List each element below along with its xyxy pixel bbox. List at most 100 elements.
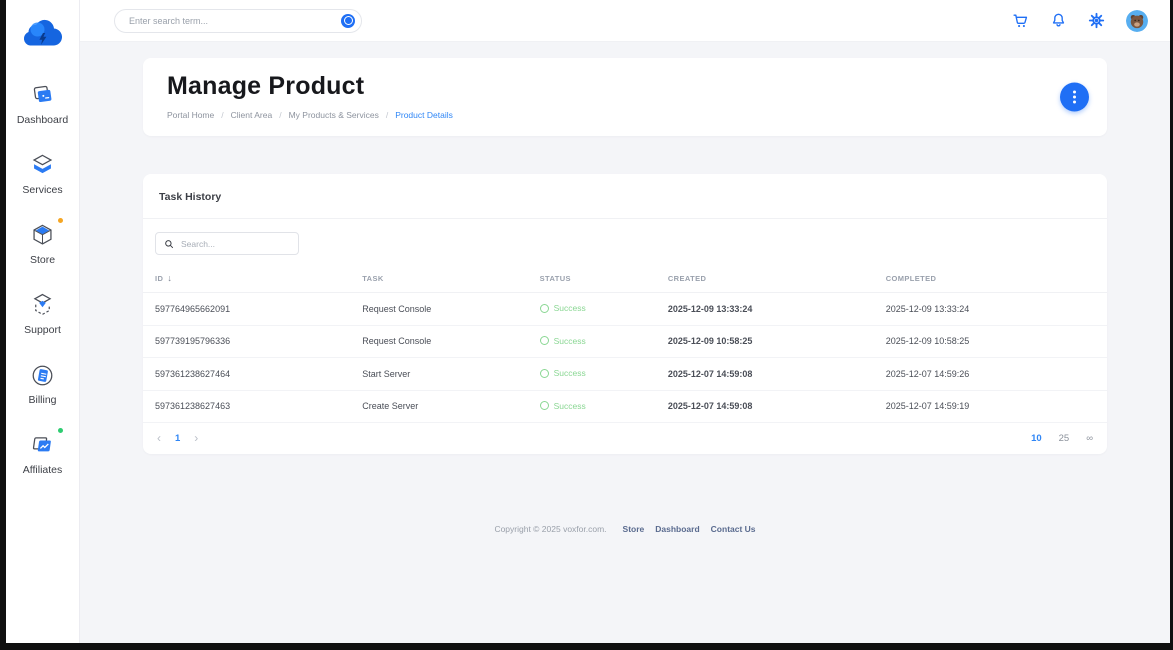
breadcrumb-separator: /	[386, 110, 388, 120]
page-header-card: Manage Product Portal Home / Client Area…	[143, 58, 1107, 136]
sidebar-item-billing[interactable]: Billing	[6, 360, 79, 408]
support-icon	[29, 292, 56, 319]
breadcrumb-product-details[interactable]: Product Details	[395, 110, 453, 120]
breadcrumb-client-area[interactable]: Client Area	[231, 110, 273, 120]
prev-page-button[interactable]: ‹	[157, 432, 161, 444]
status-badge: Success	[540, 368, 586, 378]
sidebar-item-label: Affiliates	[23, 464, 63, 476]
next-page-button[interactable]: ›	[194, 432, 198, 444]
page-number[interactable]: 1	[175, 433, 180, 444]
affiliates-notification-dot	[58, 428, 63, 433]
footer-link-contact[interactable]: Contact Us	[711, 524, 756, 534]
sidebar: Dashboard Services	[6, 0, 80, 643]
main-area: Manage Product Portal Home / Client Area…	[80, 0, 1170, 643]
task-history-card: Task History	[143, 174, 1107, 454]
affiliates-icon	[29, 432, 56, 459]
breadcrumb-separator: /	[279, 110, 281, 120]
column-header-id[interactable]: ID↓	[143, 265, 350, 293]
cell-status: Success	[528, 325, 656, 358]
sidebar-item-label: Support	[24, 324, 61, 336]
breadcrumb: Portal Home / Client Area / My Products …	[167, 110, 1083, 120]
store-icon	[29, 222, 56, 249]
gear-icon[interactable]	[1088, 12, 1105, 29]
breadcrumb-my-products[interactable]: My Products & Services	[289, 110, 379, 120]
cell-status: Success	[528, 358, 656, 391]
status-badge: Success	[540, 303, 586, 313]
breadcrumb-separator: /	[221, 110, 223, 120]
cell-completed: 2025-12-07 14:59:19	[874, 390, 1107, 423]
cell-task: Request Console	[350, 293, 527, 326]
topbar-actions	[1012, 10, 1148, 32]
cell-task: Start Server	[350, 358, 527, 391]
cell-status: Success	[528, 390, 656, 423]
search-submit-icon[interactable]	[341, 14, 355, 28]
page-size-25[interactable]: 25	[1059, 433, 1070, 444]
sidebar-item-support[interactable]: Support	[6, 290, 79, 338]
table-footer: ‹ 1 › 10 25 ∞	[143, 423, 1107, 454]
kebab-icon	[1073, 91, 1076, 104]
column-header-created[interactable]: CREATED	[656, 265, 874, 293]
table-search	[155, 232, 299, 255]
footer-links: Store Dashboard Contact Us	[623, 524, 756, 534]
footer-link-store[interactable]: Store	[623, 524, 645, 534]
table-search-input[interactable]	[181, 239, 290, 249]
cell-created: 2025-12-07 14:59:08	[656, 358, 874, 391]
page-title: Manage Product	[167, 72, 1083, 101]
cart-icon[interactable]	[1012, 12, 1029, 29]
app-window: Dashboard Services	[6, 0, 1170, 643]
copyright-text: Copyright © 2025 voxfor.com.	[494, 524, 606, 534]
global-search	[114, 9, 362, 33]
task-history-title: Task History	[159, 191, 221, 203]
status-badge: Success	[540, 401, 586, 411]
column-header-task[interactable]: TASK	[350, 265, 527, 293]
cell-task: Request Console	[350, 325, 527, 358]
cloud-logo-icon[interactable]	[21, 12, 65, 52]
services-icon	[29, 152, 56, 179]
cell-completed: 2025-12-09 13:33:24	[874, 293, 1107, 326]
sidebar-item-affiliates[interactable]: Affiliates	[6, 430, 79, 478]
bell-icon[interactable]	[1050, 12, 1067, 29]
table-row[interactable]: 597764965662091 Request Console Success …	[143, 293, 1107, 326]
column-header-completed[interactable]: COMPLETED	[874, 265, 1107, 293]
cell-created: 2025-12-09 10:58:25	[656, 325, 874, 358]
sidebar-nav: Dashboard Services	[6, 80, 79, 478]
cell-id: 597361238627464	[143, 358, 350, 391]
store-notification-dot	[58, 218, 63, 223]
column-header-status[interactable]: STATUS	[528, 265, 656, 293]
page-size-all[interactable]: ∞	[1086, 433, 1093, 444]
sidebar-item-services[interactable]: Services	[6, 150, 79, 198]
cell-created: 2025-12-07 14:59:08	[656, 390, 874, 423]
breadcrumb-portal-home[interactable]: Portal Home	[167, 110, 214, 120]
cell-id: 597764965662091	[143, 293, 350, 326]
page-content: Manage Product Portal Home / Client Area…	[80, 42, 1170, 643]
page-size-selector: 10 25 ∞	[1031, 433, 1093, 444]
sidebar-item-dashboard[interactable]: Dashboard	[6, 80, 79, 128]
table-row[interactable]: 597361238627463 Create Server Success 20…	[143, 390, 1107, 423]
table-row[interactable]: 597739195796336 Request Console Success …	[143, 325, 1107, 358]
actions-menu-button[interactable]	[1060, 83, 1089, 112]
task-table: ID↓ TASK STATUS CREATED COMPLETED 597764…	[143, 265, 1107, 423]
cell-task: Create Server	[350, 390, 527, 423]
avatar[interactable]	[1126, 10, 1148, 32]
cell-completed: 2025-12-07 14:59:26	[874, 358, 1107, 391]
topbar	[80, 0, 1170, 42]
sort-desc-icon: ↓	[167, 273, 172, 283]
sidebar-item-label: Billing	[28, 394, 56, 406]
global-search-input[interactable]	[129, 16, 333, 26]
footer-link-dashboard[interactable]: Dashboard	[655, 524, 699, 534]
sidebar-item-label: Store	[30, 254, 55, 266]
status-badge: Success	[540, 336, 586, 346]
search-icon	[164, 239, 174, 249]
sidebar-item-label: Services	[22, 184, 62, 196]
table-row[interactable]: 597361238627464 Start Server Success 202…	[143, 358, 1107, 391]
cell-id: 597361238627463	[143, 390, 350, 423]
cell-status: Success	[528, 293, 656, 326]
page-size-10[interactable]: 10	[1031, 433, 1042, 444]
billing-icon	[29, 362, 56, 389]
cell-id: 597739195796336	[143, 325, 350, 358]
dashboard-icon	[29, 82, 56, 109]
sidebar-item-store[interactable]: Store	[6, 220, 79, 268]
task-history-toolbar	[143, 219, 1107, 265]
page-footer: Copyright © 2025 voxfor.com. Store Dashb…	[143, 524, 1107, 534]
cell-completed: 2025-12-09 10:58:25	[874, 325, 1107, 358]
